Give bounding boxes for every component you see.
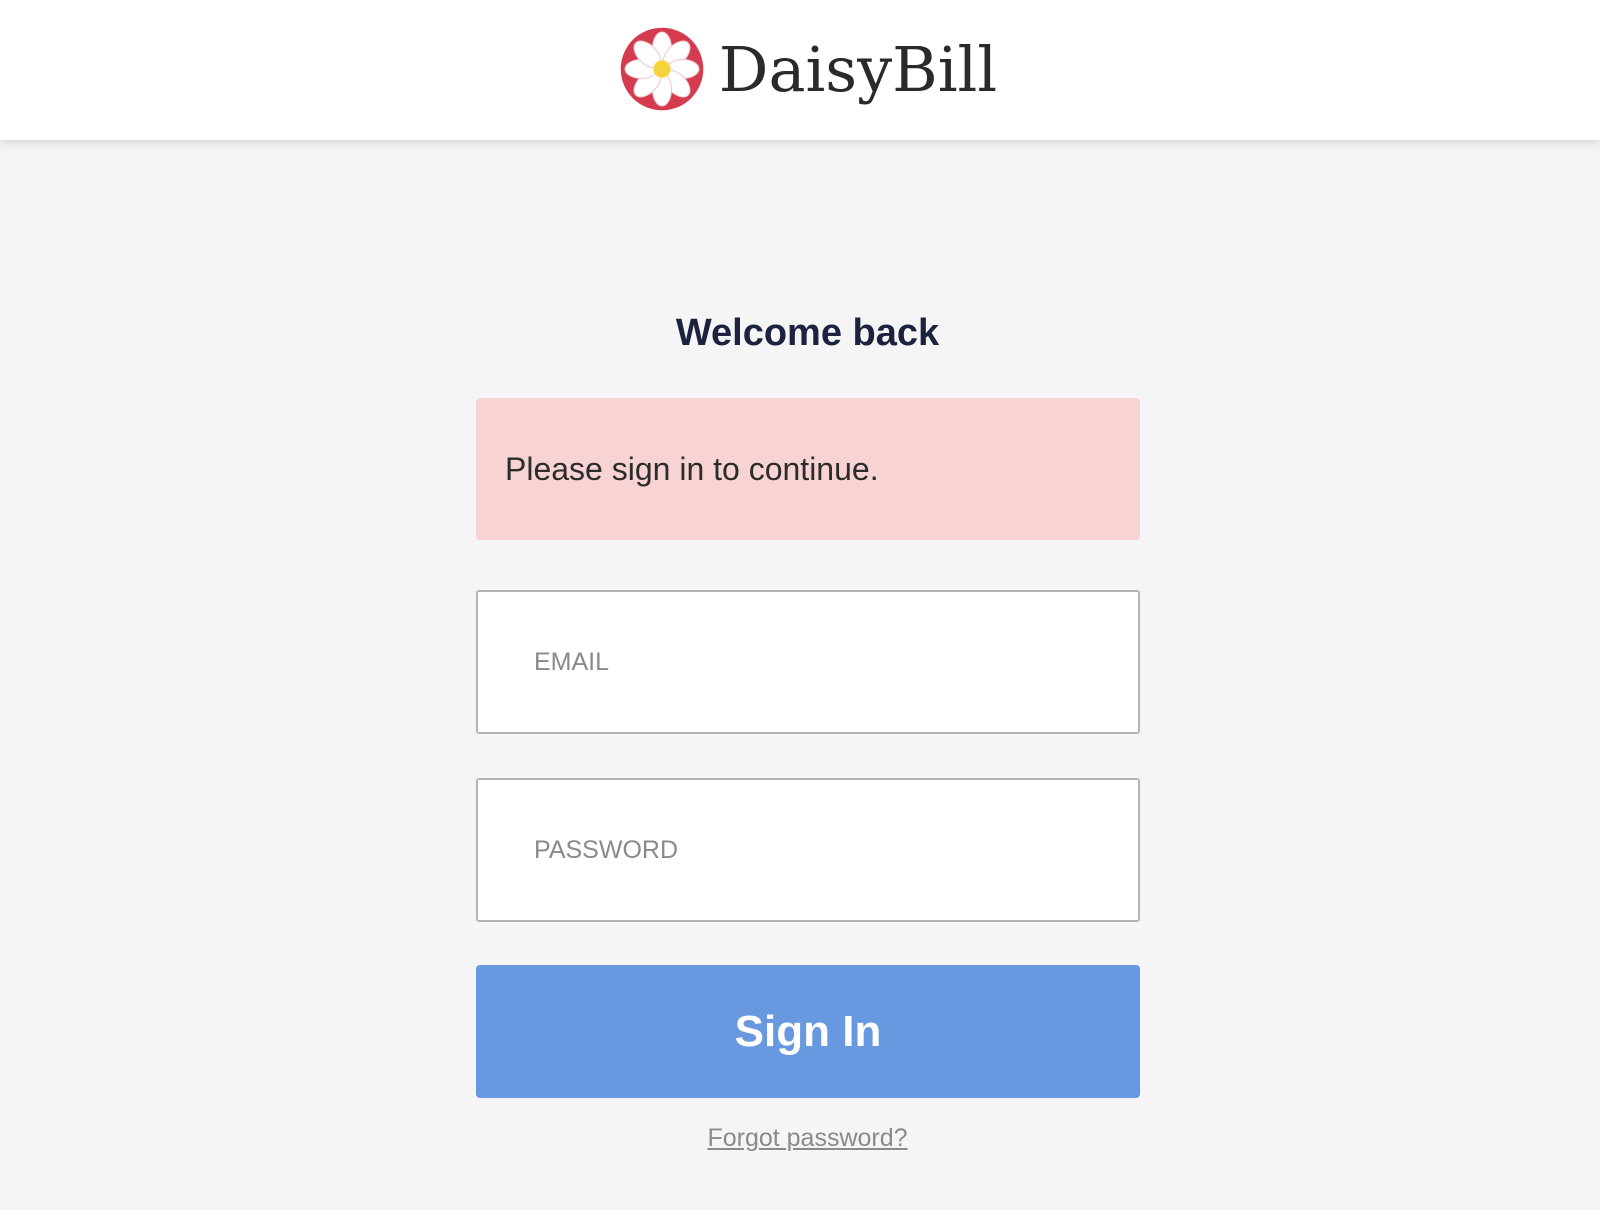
site-header: DaisyBill <box>0 0 1600 140</box>
brand-name: DaisyBill <box>718 32 998 106</box>
forgot-password-link[interactable]: Forgot password? <box>707 1124 907 1152</box>
login-page: Welcome back Please sign in to continue.… <box>0 140 1600 1210</box>
forgot-password-container: Forgot password? <box>0 1124 1600 1153</box>
email-field[interactable] <box>476 590 1140 734</box>
sign-in-alert: Please sign in to continue. <box>476 398 1140 540</box>
sign-in-button[interactable]: Sign In <box>476 965 1140 1098</box>
brand[interactable]: DaisyBill <box>619 26 997 112</box>
alert-message: Please sign in to continue. <box>505 450 879 487</box>
password-field[interactable] <box>476 778 1140 922</box>
daisy-logo-icon <box>620 27 704 111</box>
page-title: Welcome back <box>675 312 940 354</box>
